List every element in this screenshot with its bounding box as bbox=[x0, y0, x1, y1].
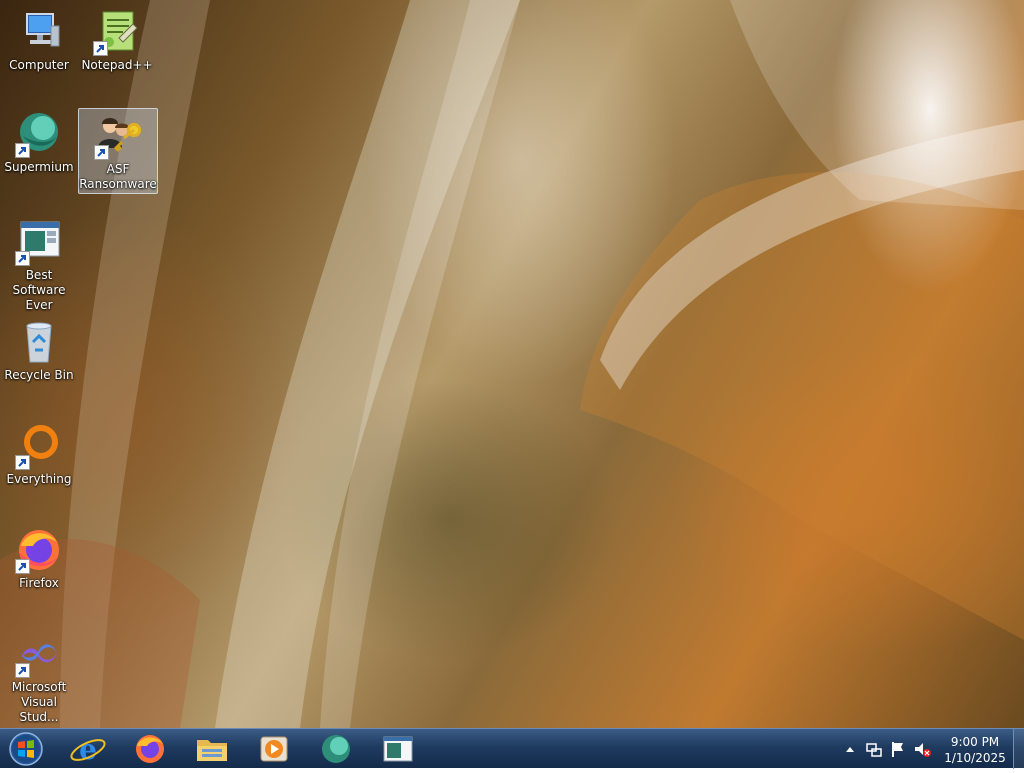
firefox-icon bbox=[15, 526, 63, 574]
recycle-bin-icon bbox=[15, 318, 63, 366]
desktop-icon-label: Supermium bbox=[4, 160, 74, 174]
desktop-icon-label: Recycle Bin bbox=[4, 368, 74, 382]
visual-studio-icon bbox=[15, 630, 63, 678]
best-software-icon bbox=[383, 736, 413, 762]
file-explorer-icon bbox=[197, 740, 227, 761]
desktop-icon-firefox[interactable]: Firefox bbox=[0, 526, 78, 591]
taskbar-firefox[interactable] bbox=[128, 732, 172, 766]
taskbar: e 9:00 PM 1/10/2025 bbox=[0, 728, 1024, 769]
windows-logo-icon bbox=[9, 732, 43, 766]
network-icon bbox=[866, 743, 882, 757]
taskbar-media-player[interactable] bbox=[252, 732, 296, 766]
shortcut-arrow-icon bbox=[93, 41, 108, 56]
best-software-icon bbox=[15, 218, 63, 266]
desktop-wallpaper[interactable]: Computer Supermium Best Software Ever Re… bbox=[0, 0, 1024, 728]
media-player-icon bbox=[260, 736, 288, 762]
desktop-icon-label: Everything bbox=[6, 472, 72, 486]
shortcut-arrow-icon bbox=[94, 145, 109, 160]
desktop-icon-label: Microsoft Visual Stud... bbox=[11, 680, 67, 724]
desktop-icon-everything[interactable]: Everything bbox=[0, 422, 78, 487]
desktop-icon-label: Notepad++ bbox=[81, 58, 153, 72]
desktop-icon-best-software[interactable]: Best Software Ever bbox=[0, 218, 78, 313]
internet-explorer-icon: e bbox=[70, 733, 106, 766]
desktop-icon-label: Best Software Ever bbox=[12, 268, 66, 312]
computer-icon bbox=[15, 8, 63, 56]
network-tray-button[interactable] bbox=[864, 729, 884, 769]
taskbar-supermium[interactable] bbox=[314, 732, 358, 766]
supermium-icon bbox=[322, 735, 350, 763]
desktop-icon-label: ASF Ransomware bbox=[79, 162, 157, 191]
desktop-icon-label: Computer bbox=[9, 58, 69, 72]
volume-tray-button[interactable] bbox=[912, 729, 932, 769]
asf-ransomware-icon bbox=[94, 112, 142, 160]
desktop-icon-supermium[interactable]: Supermium bbox=[0, 110, 78, 175]
shortcut-arrow-icon bbox=[15, 559, 30, 574]
desktop-icon-visual-studio[interactable]: Microsoft Visual Stud... bbox=[0, 630, 78, 725]
clock-time: 9:00 PM bbox=[950, 735, 1000, 749]
supermium-icon bbox=[15, 110, 63, 158]
taskbar-internet-explorer[interactable]: e bbox=[66, 732, 110, 766]
shortcut-arrow-icon bbox=[15, 143, 30, 158]
desktop-icon-notepadpp[interactable]: Notepad++ bbox=[78, 8, 156, 73]
show-hidden-icons-icon bbox=[846, 747, 854, 752]
desktop-icon-label: Firefox bbox=[19, 576, 59, 590]
taskbar-best-software[interactable] bbox=[376, 732, 420, 766]
desktop-icon-computer[interactable]: Computer bbox=[0, 8, 78, 73]
shortcut-arrow-icon bbox=[15, 251, 30, 266]
taskbar-clock[interactable]: 9:00 PM 1/10/2025 bbox=[935, 734, 1015, 766]
show-desktop-button[interactable] bbox=[1013, 729, 1024, 769]
shortcut-arrow-icon bbox=[15, 455, 30, 470]
start-button[interactable] bbox=[6, 731, 46, 767]
volume-muted-icon bbox=[915, 743, 931, 757]
action-center-flag-icon bbox=[892, 742, 903, 757]
taskbar-file-explorer[interactable] bbox=[190, 732, 234, 766]
show-hidden-icons-button[interactable] bbox=[842, 729, 858, 769]
shortcut-arrow-icon bbox=[15, 663, 30, 678]
everything-icon bbox=[15, 422, 63, 470]
firefox-icon bbox=[136, 735, 164, 763]
clock-date: 1/10/2025 bbox=[944, 751, 1006, 765]
notepadpp-icon bbox=[93, 8, 141, 56]
svg-text:e: e bbox=[79, 733, 97, 766]
desktop-icon-asf-ransomware[interactable]: ASF Ransomware bbox=[78, 108, 158, 194]
action-center-tray-button[interactable] bbox=[888, 729, 908, 769]
desktop-icon-recycle-bin[interactable]: Recycle Bin bbox=[0, 318, 78, 383]
